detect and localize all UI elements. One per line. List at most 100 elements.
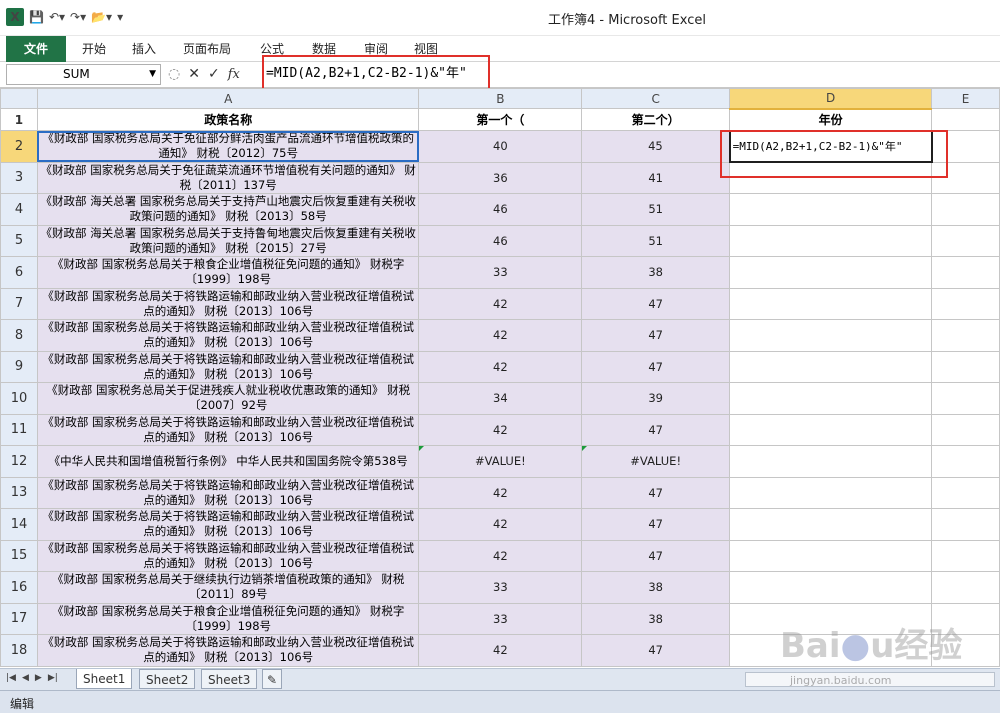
tab-review[interactable]: 审阅 (364, 40, 388, 57)
cell-second-pos[interactable]: 47 (581, 508, 731, 541)
expand-handle-icon[interactable]: ◌ (168, 66, 180, 82)
first-sheet-icon[interactable]: |◀ (6, 673, 16, 683)
cell-first-pos[interactable]: 42 (418, 508, 583, 541)
row-header[interactable]: 14 (0, 508, 38, 541)
cell-second-pos[interactable]: 51 (581, 224, 731, 257)
cell-first-pos[interactable]: 36 (418, 161, 583, 194)
chevron-down-icon[interactable]: ▼ (149, 65, 156, 84)
row-header[interactable]: 15 (0, 539, 38, 572)
cell-year[interactable] (729, 413, 933, 446)
cell-year[interactable] (729, 224, 933, 257)
cell-year[interactable] (729, 287, 933, 320)
tab-view[interactable]: 视图 (414, 40, 438, 57)
cell-first-pos[interactable]: 33 (418, 602, 583, 635)
cell-second-pos[interactable]: 47 (581, 634, 731, 667)
cell-policy-name[interactable]: 《财政部 国家税务总局关于将铁路运输和邮政业纳入营业税改征增值税试点的通知》 财… (36, 350, 420, 383)
cell-header-policy-name[interactable]: 政策名称 (36, 108, 420, 131)
cell-first-pos[interactable]: 42 (418, 634, 583, 667)
row-header[interactable]: 8 (0, 319, 38, 352)
cell-policy-name[interactable]: 《财政部 国家税务总局关于粮食企业增值税征免问题的通知》 财税字〔1999〕19… (36, 256, 420, 289)
cell-e[interactable] (931, 319, 1000, 352)
tab-home[interactable]: 开始 (82, 40, 106, 57)
cell-year[interactable] (729, 161, 933, 194)
row-header[interactable]: 7 (0, 287, 38, 320)
cell-second-pos[interactable]: 47 (581, 287, 731, 320)
cell-first-pos[interactable]: 46 (418, 193, 583, 226)
row-header[interactable]: 9 (0, 350, 38, 383)
cell-year[interactable] (729, 476, 933, 509)
cell-second-pos[interactable]: #VALUE! (581, 445, 731, 478)
redo-icon[interactable]: ↷▾ (70, 10, 86, 24)
cell-policy-name[interactable]: 《财政部 国家税务总局关于将铁路运输和邮政业纳入营业税改征增值税试点的通知》 财… (36, 319, 420, 352)
save-icon[interactable]: 💾 (29, 10, 44, 24)
cell-second-pos[interactable]: 41 (581, 161, 731, 194)
row-header[interactable]: 2 (0, 130, 38, 163)
column-header-e[interactable]: E (931, 88, 1000, 109)
cell-policy-name[interactable]: 《财政部 国家税务总局关于粮食企业增值税征免问题的通知》 财税字〔1999〕19… (36, 602, 420, 635)
cell-e[interactable] (931, 413, 1000, 446)
last-sheet-icon[interactable]: ▶| (48, 673, 58, 683)
insert-sheet-icon[interactable]: ✎ (262, 669, 283, 689)
cell-second-pos[interactable]: 45 (581, 130, 731, 163)
name-box[interactable]: SUM ▼ (6, 64, 161, 85)
cell-policy-name[interactable]: 《财政部 国家税务总局关于将铁路运输和邮政业纳入营业税改征增值税试点的通知》 财… (36, 413, 420, 446)
cell-first-pos[interactable]: 42 (418, 287, 583, 320)
open-folder-icon[interactable]: 📂▾ (91, 10, 112, 24)
cell-second-pos[interactable]: 47 (581, 350, 731, 383)
cell-year[interactable] (729, 508, 933, 541)
cell-year[interactable] (729, 319, 933, 352)
cell-year[interactable] (729, 256, 933, 289)
cell-policy-name[interactable]: 《财政部 国家税务总局关于将铁路运输和邮政业纳入营业税改征增值税试点的通知》 财… (36, 634, 420, 667)
cell-second-pos[interactable]: 39 (581, 382, 731, 415)
cell-first-pos[interactable]: 42 (418, 476, 583, 509)
cell-e[interactable] (931, 224, 1000, 257)
cell-year[interactable] (729, 193, 933, 226)
cell-policy-name[interactable]: 《财政部 国家税务总局关于将铁路运输和邮政业纳入营业税改征增值税试点的通知》 财… (36, 476, 420, 509)
sheet-tab-3[interactable]: Sheet3 (201, 669, 258, 689)
cell-first-pos[interactable]: #VALUE! (418, 445, 583, 478)
column-header-d[interactable]: D (729, 88, 933, 110)
row-header[interactable]: 13 (0, 476, 38, 509)
cell-e[interactable] (931, 508, 1000, 541)
next-sheet-icon[interactable]: ▶ (35, 673, 42, 683)
cell-e[interactable] (931, 476, 1000, 509)
cell-policy-name[interactable]: 《财政部 国家税务总局关于继续执行边销茶增值税政策的通知》 财税〔2011〕89… (36, 571, 420, 604)
customize-qat-icon[interactable]: ▾ (117, 10, 123, 24)
row-header[interactable]: 5 (0, 224, 38, 257)
formula-input[interactable]: =MID(A2,B2+1,C2-B2-1)&"年" (262, 64, 996, 86)
sheet-tab-2[interactable]: Sheet2 (139, 669, 196, 689)
tab-formulas[interactable]: 公式 (260, 40, 284, 57)
column-header-c[interactable]: C (581, 88, 731, 109)
enter-check-icon[interactable]: ✓ (208, 66, 220, 82)
cell-first-pos[interactable]: 42 (418, 350, 583, 383)
cancel-icon[interactable]: ✕ (188, 66, 200, 82)
sheet-tab-1[interactable]: Sheet1 (76, 669, 133, 689)
row-header[interactable]: 6 (0, 256, 38, 289)
cell-policy-name[interactable]: 《财政部 国家税务总局关于将铁路运输和邮政业纳入营业税改征增值税试点的通知》 财… (36, 287, 420, 320)
cell-e[interactable] (931, 350, 1000, 383)
cell-policy-name[interactable]: 《中华人民共和国增值税暂行条例》 中华人民共和国国务院令第538号 (36, 445, 420, 478)
cell-policy-name[interactable]: 《财政部 国家税务总局关于促进残疾人就业税收优惠政策的通知》 财税〔2007〕9… (36, 382, 420, 415)
cell-e[interactable] (931, 108, 1000, 131)
cell-first-pos[interactable]: 33 (418, 571, 583, 604)
cell-header-year[interactable]: 年份 (729, 108, 933, 131)
cell-year[interactable] (729, 539, 933, 572)
cell-year[interactable] (729, 350, 933, 383)
undo-icon[interactable]: ↶▾ (49, 10, 65, 24)
row-header[interactable]: 4 (0, 193, 38, 226)
tab-insert[interactable]: 插入 (132, 40, 156, 57)
cell-policy-name[interactable]: 《财政部 海关总署 国家税务总局关于支持鲁甸地震灾后恢复重建有关税收政策问题的通… (36, 224, 420, 257)
tab-page-layout[interactable]: 页面布局 (183, 40, 231, 57)
cell-first-pos[interactable]: 40 (418, 130, 583, 163)
row-header[interactable]: 16 (0, 571, 38, 604)
cell-e[interactable] (931, 287, 1000, 320)
cell-policy-name[interactable]: 《财政部 国家税务总局关于免征蔬菜流通环节增值税有关问题的通知》 财税〔2011… (36, 161, 420, 194)
column-header-b[interactable]: B (418, 88, 583, 109)
cell-first-pos[interactable]: 42 (418, 539, 583, 572)
cell-first-pos[interactable]: 42 (418, 319, 583, 352)
cell-header-first[interactable]: 第一个（ (418, 108, 583, 131)
cell-e[interactable] (931, 445, 1000, 478)
cell-year[interactable] (729, 571, 933, 604)
cell-e[interactable] (931, 382, 1000, 415)
cell-first-pos[interactable]: 33 (418, 256, 583, 289)
